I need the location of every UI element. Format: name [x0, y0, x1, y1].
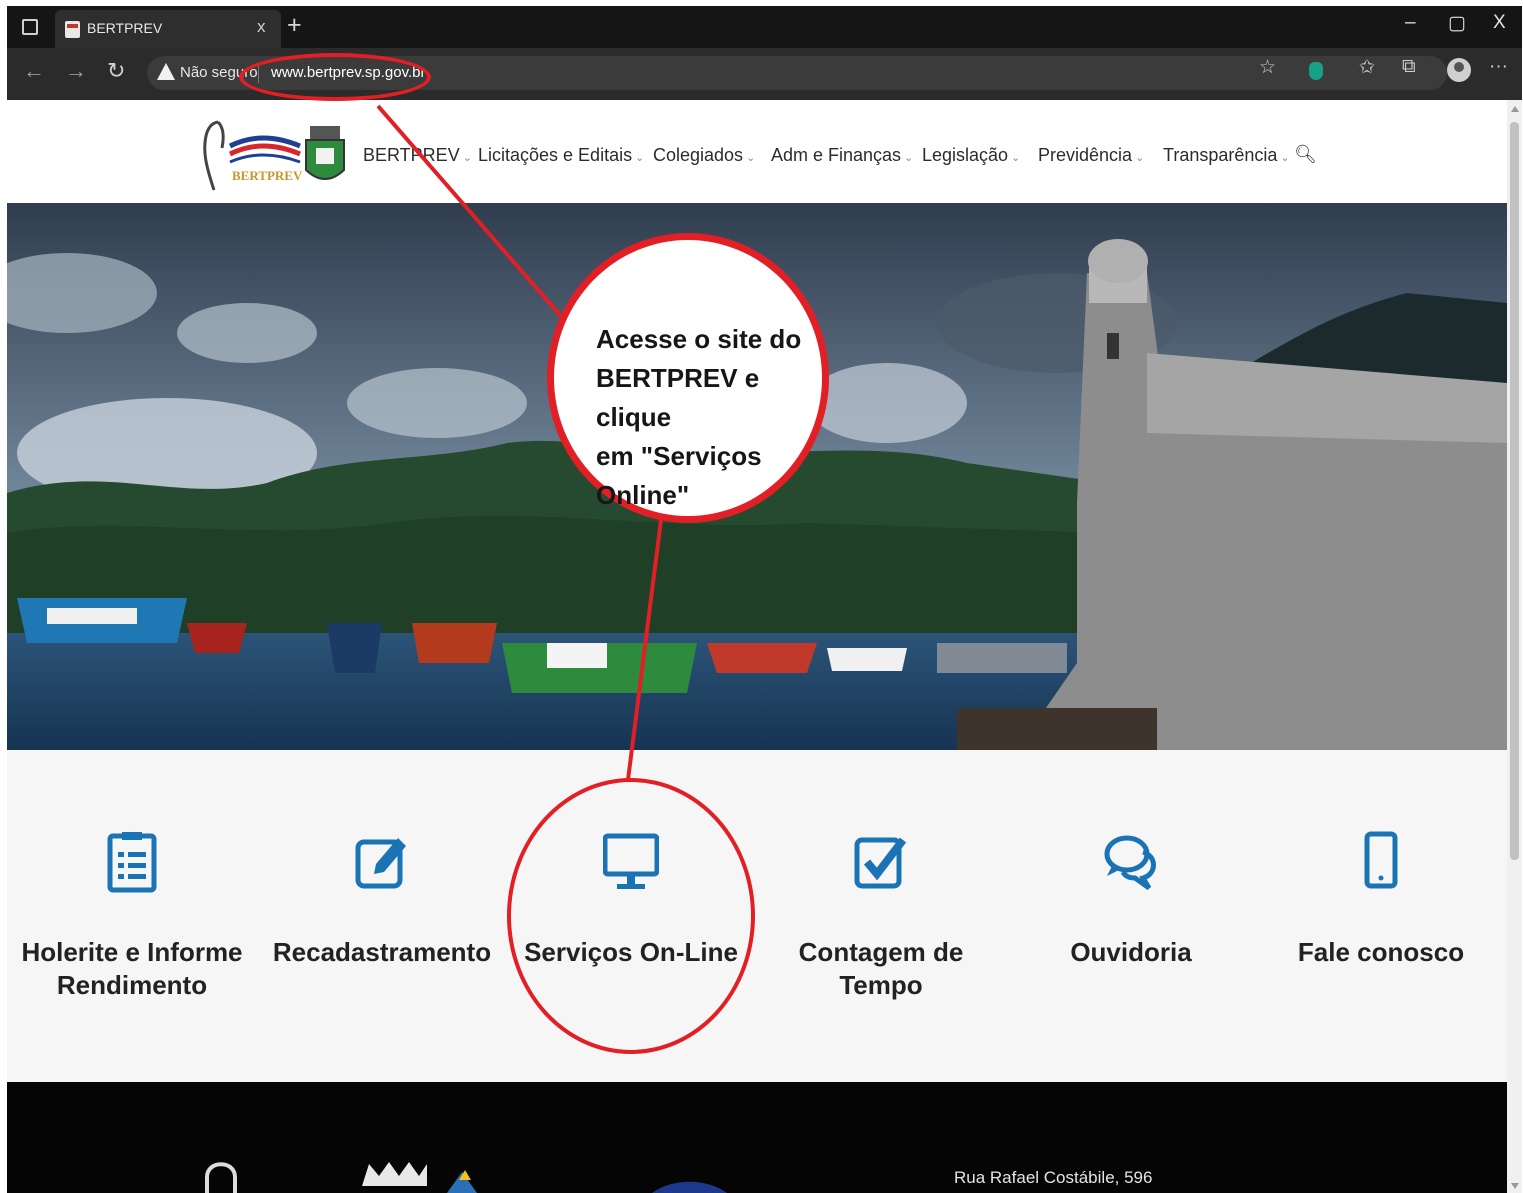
chevron-down-icon: ⌄ — [746, 152, 756, 164]
scroll-thumb[interactable] — [1510, 122, 1519, 860]
tab-close-button[interactable]: x — [257, 17, 266, 37]
document-list-icon — [107, 832, 157, 893]
service-label: Holerite e Informe Rendimento — [21, 937, 243, 1000]
footer-logos — [205, 1162, 727, 1193]
chevron-down-icon: ⌄ — [1280, 152, 1290, 164]
site-footer: Rua Rafael Costábile, 596 — [7, 1082, 1507, 1193]
browser-toolbar: ← → ↻ Não seguro www.bertprev.sp.gov.br … — [7, 48, 1522, 100]
collections-icon[interactable]: ⧉ — [1402, 56, 1416, 78]
scroll-down-icon[interactable] — [1511, 1183, 1519, 1189]
scroll-up-icon[interactable] — [1511, 106, 1519, 112]
chevron-down-icon: ⌄ — [1011, 152, 1021, 164]
service-ouvidoria[interactable]: Ouvidoria — [1006, 830, 1256, 969]
minimize-button[interactable]: – — [1405, 12, 1416, 34]
nav-item-licitacoes[interactable]: Licitações e Editais ⌄ — [478, 145, 644, 166]
nav-item-adm-financas[interactable]: Adm e Finanças ⌄ — [771, 145, 913, 166]
favorites-icon[interactable]: ✩ — [1359, 56, 1375, 79]
tab-title: BERTPREV — [87, 20, 163, 36]
page-scrollbar[interactable] — [1507, 100, 1522, 1193]
browser-chrome: BERTPREV x + – ▢ X ← → ↻ Não seguro www.… — [7, 6, 1522, 100]
nav-item-bertprev[interactable]: BERTPREV ⌄ — [363, 145, 472, 166]
tab-bar: BERTPREV x + – ▢ X — [7, 6, 1522, 48]
service-label: Contagem de Tempo — [798, 937, 964, 1000]
forward-arrow-icon[interactable]: → — [65, 58, 87, 84]
service-holerite[interactable]: Holerite e Informe Rendimento — [7, 830, 257, 1002]
service-label: Recadastramento — [272, 937, 492, 967]
browser-tab[interactable]: BERTPREV x — [55, 10, 281, 48]
bertprev-logo[interactable]: BERTPREV — [200, 118, 348, 192]
new-tab-button[interactable]: + — [287, 11, 302, 40]
annotation-text: Acesse o site do BERTPREV e clique em "S… — [596, 324, 802, 510]
maximize-button[interactable]: ▢ — [1448, 12, 1466, 35]
url-highlight-ellipse — [239, 53, 431, 101]
chevron-down-icon: ⌄ — [1135, 152, 1145, 164]
nav-item-transparencia[interactable]: Transparência ⌄ — [1163, 145, 1290, 166]
extension-icon[interactable] — [1309, 62, 1323, 80]
edit-icon — [355, 838, 406, 889]
search-icon[interactable]: 🔍︎ — [1294, 144, 1317, 165]
service-label: Fale conosco — [1297, 937, 1465, 967]
service-label: Ouvidoria — [1070, 937, 1192, 967]
tab-actions-icon[interactable] — [22, 19, 38, 35]
nav-item-previdencia[interactable]: Previdência ⌄ — [1038, 145, 1144, 166]
nav-item-legislacao[interactable]: Legislação ⌄ — [922, 145, 1020, 166]
service-recadastramento[interactable]: Recadastramento — [257, 830, 507, 969]
back-arrow-icon[interactable]: ← — [23, 58, 45, 84]
footer-address: Rua Rafael Costábile, 596 — [954, 1168, 1153, 1187]
warning-icon — [157, 63, 175, 80]
checkbox-icon — [854, 837, 907, 889]
refresh-icon[interactable]: ↻ — [107, 58, 125, 84]
chevron-down-icon: ⌄ — [635, 152, 645, 164]
service-highlight-ellipse — [507, 778, 755, 1054]
more-icon[interactable]: ··· — [1489, 56, 1508, 78]
mobile-icon — [1364, 831, 1398, 889]
chat-bubbles-icon — [1104, 835, 1156, 891]
annotation-callout: Acesse o site do BERTPREV e clique em "S… — [547, 233, 829, 523]
site-header: BERTPREV BERTPREV ⌄ Licitações e Editais ⌄… — [7, 100, 1507, 203]
services-section: Holerite e Informe Rendimento Recadastram… — [7, 750, 1507, 1082]
nav-item-colegiados[interactable]: Colegiados ⌄ — [653, 145, 755, 166]
chevron-down-icon: ⌄ — [462, 152, 472, 164]
profile-icon[interactable] — [1447, 58, 1471, 82]
chevron-down-icon: ⌄ — [904, 152, 914, 164]
service-fale-conosco[interactable]: Fale conosco — [1256, 830, 1506, 969]
close-window-button[interactable]: X — [1493, 12, 1506, 34]
star-add-icon[interactable]: ☆ — [1259, 56, 1276, 79]
service-contagem-tempo[interactable]: Contagem de Tempo — [756, 830, 1006, 1002]
logo-text: BERTPREV — [232, 168, 303, 183]
favicon-icon — [65, 21, 80, 38]
